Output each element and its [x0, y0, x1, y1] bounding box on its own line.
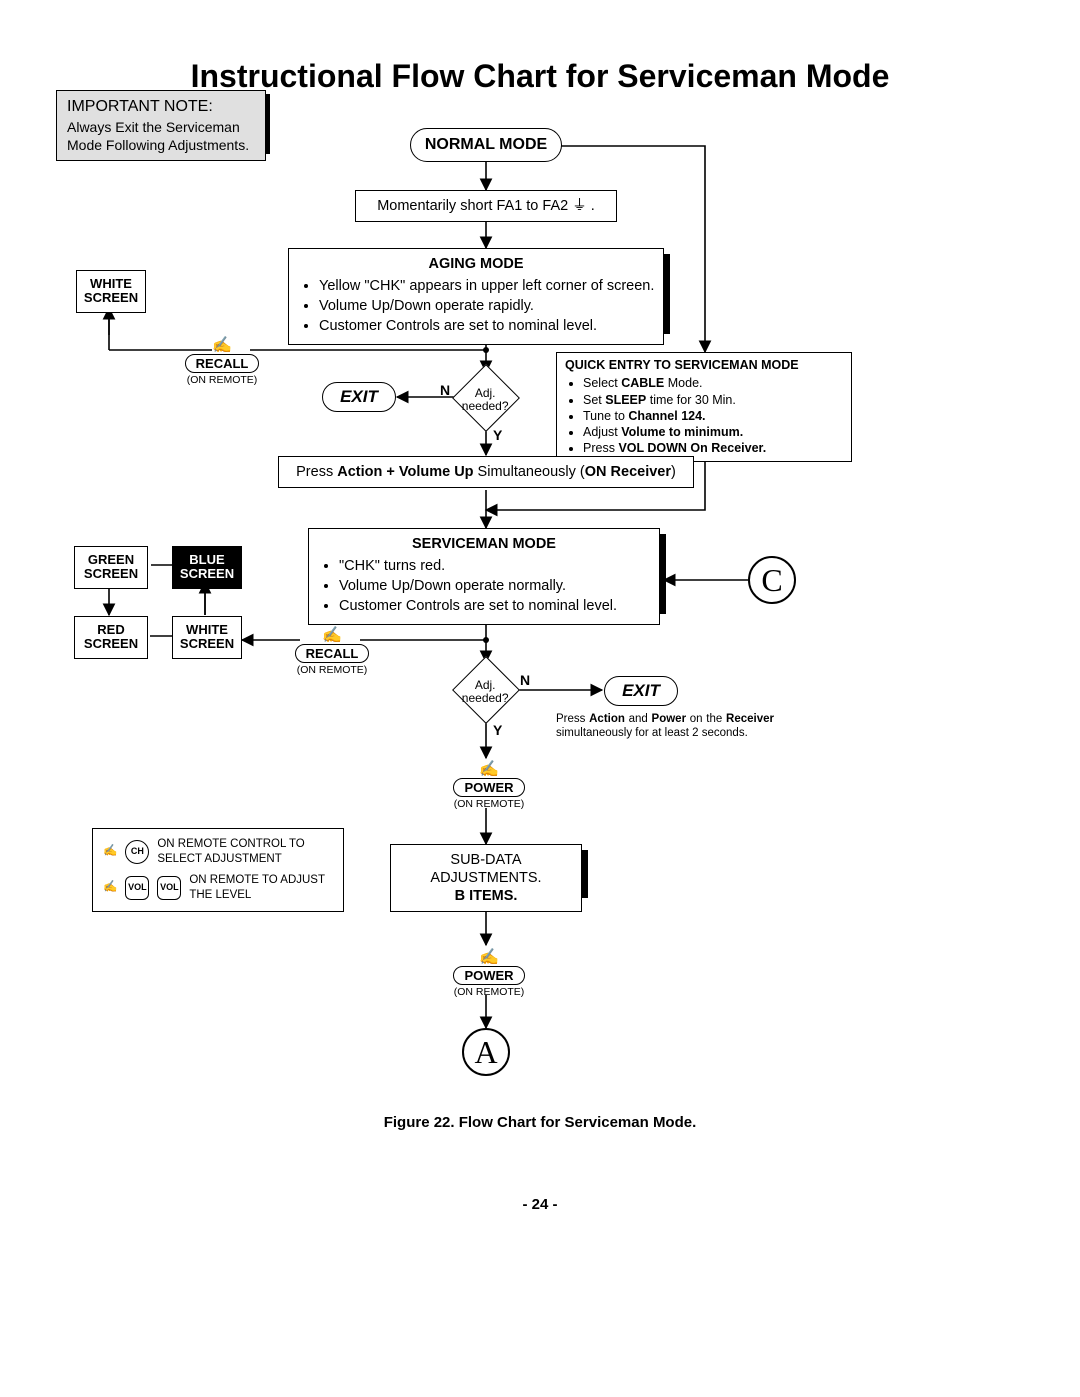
recall-pill: RECALL — [295, 644, 370, 663]
aging-item: Customer Controls are set to nominal lev… — [319, 317, 655, 335]
important-note-body: Always Exit the Serviceman Mode Followin… — [67, 118, 255, 154]
serviceman-mode-heading: SERVICEMAN MODE — [317, 535, 651, 553]
figure-caption: Figure 22. Flow Chart for Serviceman Mod… — [0, 1114, 1080, 1131]
quick-entry-heading: QUICK ENTRY TO SERVICEMAN MODE — [565, 357, 843, 373]
ch-chip-icon: CH — [125, 840, 149, 864]
hand-icon: ✍ — [103, 880, 117, 895]
sub-data-line1: SUB-DATA ADJUSTMENTS. — [399, 851, 573, 887]
recall-pill: RECALL — [185, 354, 260, 373]
exit-node-1: EXIT — [322, 382, 396, 412]
hand-icon: ✍ — [322, 625, 342, 645]
quick-entry-item: Select CABLE Mode. — [583, 375, 843, 391]
adj-needed-label: Adj. needed? — [455, 679, 515, 705]
connector-c: C — [748, 556, 796, 604]
quick-entry-box: QUICK ENTRY TO SERVICEMAN MODE Select CA… — [556, 352, 852, 462]
legend-row-text: ON REMOTE TO ADJUST THE LEVEL — [189, 873, 333, 903]
y-label: Y — [493, 427, 502, 443]
legend-box: ✍ CH ON REMOTE CONTROL TO SELECT ADJUSTM… — [92, 828, 344, 912]
vol-chip-icon: VOL — [157, 876, 181, 900]
on-remote-label: (ON REMOTE) — [292, 664, 372, 676]
power-pill: POWER — [453, 778, 524, 797]
press-action-box: Press Action + Volume Up Simultaneously … — [278, 456, 694, 488]
important-note-heading: IMPORTANT NOTE: — [67, 97, 255, 118]
hand-icon: ✍ — [212, 335, 232, 355]
legend-row-text: ON REMOTE CONTROL TO SELECT ADJUSTMENT — [157, 837, 333, 867]
exit-node-2: EXIT — [604, 676, 678, 706]
serviceman-item: Customer Controls are set to nominal lev… — [339, 597, 651, 615]
white-screen-box: WHITE SCREEN — [76, 270, 146, 313]
serviceman-item: "CHK" turns red. — [339, 557, 651, 575]
sub-data-line2: B ITEMS. — [399, 887, 573, 905]
y-label: Y — [493, 722, 502, 738]
page-number: - 24 - — [0, 1196, 1080, 1213]
on-remote-label: (ON REMOTE) — [446, 798, 532, 810]
quick-entry-item: Tune to Channel 124. — [583, 408, 843, 424]
important-note: IMPORTANT NOTE: Always Exit the Servicem… — [56, 90, 266, 161]
red-screen-box: RED SCREEN — [74, 616, 148, 659]
white-screen-box-2: WHITE SCREEN — [172, 616, 242, 659]
quick-entry-item: Press VOL DOWN On Receiver. — [583, 440, 843, 456]
n-label: N — [520, 672, 530, 688]
normal-mode-node: NORMAL MODE — [410, 128, 562, 162]
serviceman-mode-box: SERVICEMAN MODE "CHK" turns red. Volume … — [308, 528, 660, 625]
on-remote-label: (ON REMOTE) — [182, 374, 262, 386]
hand-icon: ✍ — [479, 947, 499, 967]
sub-data-box: SUB-DATA ADJUSTMENTS. B ITEMS. — [390, 844, 582, 912]
hand-icon: ✍ — [103, 844, 117, 859]
power-pill: POWER — [453, 966, 524, 985]
hand-icon: ✍ — [479, 759, 499, 779]
momentary-short-box: Momentarily short FA1 to FA2 ⏚ . — [355, 190, 617, 222]
on-remote-label: (ON REMOTE) — [446, 986, 532, 998]
blue-screen-box: BLUE SCREEN — [172, 546, 242, 589]
adj-needed-diamond-1: Adj. needed? — [452, 364, 520, 432]
vol-chip-icon: VOL — [125, 876, 149, 900]
power-button-1: ✍ POWER (ON REMOTE) — [446, 758, 532, 810]
exit-instruction-text: Press Action and Power on the Receiver s… — [556, 712, 774, 741]
aging-item: Yellow "CHK" appears in upper left corne… — [319, 277, 655, 295]
aging-mode-box: AGING MODE Yellow "CHK" appears in upper… — [288, 248, 664, 345]
quick-entry-item: Set SLEEP time for 30 Min. — [583, 392, 843, 408]
recall-button-1: ✍ RECALL (ON REMOTE) — [182, 334, 262, 386]
green-screen-box: GREEN SCREEN — [74, 546, 148, 589]
power-button-2: ✍ POWER (ON REMOTE) — [446, 946, 532, 998]
adj-needed-label: Adj. needed? — [455, 387, 515, 413]
connector-a: A — [462, 1028, 510, 1076]
aging-item: Volume Up/Down operate rapidly. — [319, 297, 655, 315]
n-label: N — [440, 382, 450, 398]
serviceman-item: Volume Up/Down operate normally. — [339, 577, 651, 595]
recall-button-2: ✍ RECALL (ON REMOTE) — [292, 624, 372, 676]
aging-mode-heading: AGING MODE — [297, 255, 655, 273]
quick-entry-item: Adjust Volume to minimum. — [583, 424, 843, 440]
adj-needed-diamond-2: Adj. needed? — [452, 656, 520, 724]
